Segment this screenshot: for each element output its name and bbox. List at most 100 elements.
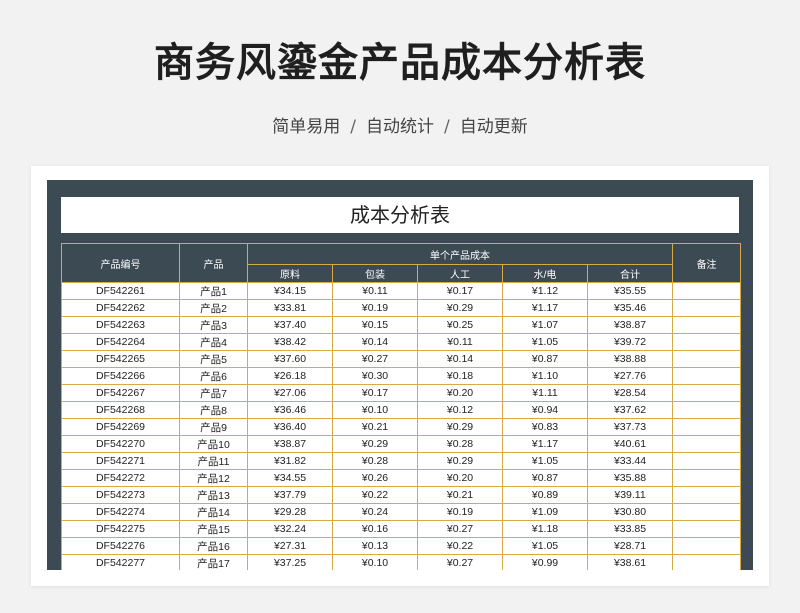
- cell-total[interactable]: ¥27.76: [586, 367, 674, 385]
- cell-code[interactable]: DF542272: [61, 469, 180, 487]
- cell-material[interactable]: ¥38.87: [247, 435, 333, 453]
- cell-utilities[interactable]: ¥1.18: [502, 520, 588, 538]
- cell-labor[interactable]: ¥0.12: [417, 401, 503, 419]
- cell-total[interactable]: ¥40.61: [586, 435, 674, 453]
- cell-material[interactable]: ¥27.31: [247, 537, 333, 555]
- cell-product[interactable]: 产品11: [179, 452, 248, 470]
- cell-packaging[interactable]: ¥0.28: [332, 452, 418, 470]
- cell-notes[interactable]: [672, 350, 742, 368]
- cell-total[interactable]: ¥33.85: [586, 520, 674, 538]
- cell-utilities[interactable]: ¥1.05: [502, 333, 588, 351]
- header-code[interactable]: 产品编号: [61, 243, 180, 283]
- header-product[interactable]: 产品: [179, 243, 248, 283]
- cell-total[interactable]: ¥37.73: [586, 418, 674, 436]
- cell-notes[interactable]: [672, 418, 742, 436]
- cell-product[interactable]: 产品14: [179, 503, 248, 521]
- cell-total[interactable]: ¥35.46: [586, 299, 674, 317]
- cell-notes[interactable]: [672, 401, 742, 419]
- cell-packaging[interactable]: ¥0.30: [332, 367, 418, 385]
- cell-material[interactable]: ¥29.28: [247, 503, 333, 521]
- header-unit-cost-group[interactable]: 单个产品成本: [246, 243, 674, 265]
- cell-notes[interactable]: [672, 469, 742, 487]
- cell-notes[interactable]: [672, 503, 742, 521]
- cell-code[interactable]: DF542269: [61, 418, 180, 436]
- cell-product[interactable]: 产品17: [179, 554, 248, 570]
- cell-product[interactable]: 产品7: [179, 384, 248, 402]
- cell-packaging[interactable]: ¥0.26: [332, 469, 418, 487]
- cell-packaging[interactable]: ¥0.29: [332, 435, 418, 453]
- cell-labor[interactable]: ¥0.29: [417, 299, 503, 317]
- cell-material[interactable]: ¥37.25: [247, 554, 333, 570]
- cell-packaging[interactable]: ¥0.10: [332, 554, 418, 570]
- cell-notes[interactable]: [672, 537, 742, 555]
- cell-code[interactable]: DF542274: [61, 503, 180, 521]
- cell-product[interactable]: 产品9: [179, 418, 248, 436]
- cell-total[interactable]: ¥35.88: [586, 469, 674, 487]
- header-labor[interactable]: 人工: [417, 264, 503, 283]
- cell-packaging[interactable]: ¥0.19: [332, 299, 418, 317]
- cell-utilities[interactable]: ¥1.12: [502, 282, 588, 300]
- cell-product[interactable]: 产品2: [179, 299, 248, 317]
- header-total[interactable]: 合计: [586, 264, 674, 283]
- cell-notes[interactable]: [672, 435, 742, 453]
- cell-labor[interactable]: ¥0.14: [417, 350, 503, 368]
- cell-labor[interactable]: ¥0.18: [417, 367, 503, 385]
- cell-labor[interactable]: ¥0.29: [417, 418, 503, 436]
- cell-product[interactable]: 产品12: [179, 469, 248, 487]
- cell-utilities[interactable]: ¥1.07: [502, 316, 588, 334]
- cell-utilities[interactable]: ¥0.87: [502, 350, 588, 368]
- cell-labor[interactable]: ¥0.17: [417, 282, 503, 300]
- cell-utilities[interactable]: ¥1.17: [502, 299, 588, 317]
- cell-packaging[interactable]: ¥0.10: [332, 401, 418, 419]
- cell-code[interactable]: DF542267: [61, 384, 180, 402]
- cell-labor[interactable]: ¥0.19: [417, 503, 503, 521]
- cell-packaging[interactable]: ¥0.16: [332, 520, 418, 538]
- cell-notes[interactable]: [672, 367, 742, 385]
- cell-utilities[interactable]: ¥1.10: [502, 367, 588, 385]
- cell-utilities[interactable]: ¥0.87: [502, 469, 588, 487]
- cell-material[interactable]: ¥34.55: [247, 469, 333, 487]
- header-packaging[interactable]: 包装: [332, 264, 418, 283]
- cell-total[interactable]: ¥39.11: [586, 486, 674, 504]
- cell-utilities[interactable]: ¥0.83: [502, 418, 588, 436]
- cell-product[interactable]: 产品3: [179, 316, 248, 334]
- cell-material[interactable]: ¥36.40: [247, 418, 333, 436]
- cell-product[interactable]: 产品8: [179, 401, 248, 419]
- cell-total[interactable]: ¥39.72: [586, 333, 674, 351]
- cell-material[interactable]: ¥31.82: [247, 452, 333, 470]
- cell-total[interactable]: ¥30.80: [586, 503, 674, 521]
- cell-code[interactable]: DF542262: [61, 299, 180, 317]
- cell-utilities[interactable]: ¥1.05: [502, 452, 588, 470]
- cell-code[interactable]: DF542270: [61, 435, 180, 453]
- cell-labor[interactable]: ¥0.11: [417, 333, 503, 351]
- cell-total[interactable]: ¥38.87: [586, 316, 674, 334]
- cell-code[interactable]: DF542276: [61, 537, 180, 555]
- cell-utilities[interactable]: ¥0.94: [502, 401, 588, 419]
- cell-material[interactable]: ¥36.46: [247, 401, 333, 419]
- cell-total[interactable]: ¥33.44: [586, 452, 674, 470]
- cell-material[interactable]: ¥26.18: [247, 367, 333, 385]
- cell-material[interactable]: ¥32.24: [247, 520, 333, 538]
- cell-code[interactable]: DF542261: [61, 282, 180, 300]
- cell-material[interactable]: ¥37.79: [247, 486, 333, 504]
- cell-code[interactable]: DF542268: [61, 401, 180, 419]
- cell-material[interactable]: ¥27.06: [247, 384, 333, 402]
- cell-code[interactable]: DF542273: [61, 486, 180, 504]
- cell-notes[interactable]: [672, 554, 742, 570]
- cell-total[interactable]: ¥35.55: [586, 282, 674, 300]
- cell-utilities[interactable]: ¥0.89: [502, 486, 588, 504]
- cell-packaging[interactable]: ¥0.21: [332, 418, 418, 436]
- cell-total[interactable]: ¥37.62: [586, 401, 674, 419]
- cell-labor[interactable]: ¥0.27: [417, 554, 503, 570]
- cell-labor[interactable]: ¥0.29: [417, 452, 503, 470]
- cell-notes[interactable]: [672, 384, 742, 402]
- cell-total[interactable]: ¥28.71: [586, 537, 674, 555]
- cell-packaging[interactable]: ¥0.22: [332, 486, 418, 504]
- cell-labor[interactable]: ¥0.25: [417, 316, 503, 334]
- cell-material[interactable]: ¥37.60: [247, 350, 333, 368]
- cell-packaging[interactable]: ¥0.15: [332, 316, 418, 334]
- cell-utilities[interactable]: ¥1.09: [502, 503, 588, 521]
- header-material[interactable]: 原料: [247, 264, 333, 283]
- cell-packaging[interactable]: ¥0.27: [332, 350, 418, 368]
- cell-labor[interactable]: ¥0.20: [417, 384, 503, 402]
